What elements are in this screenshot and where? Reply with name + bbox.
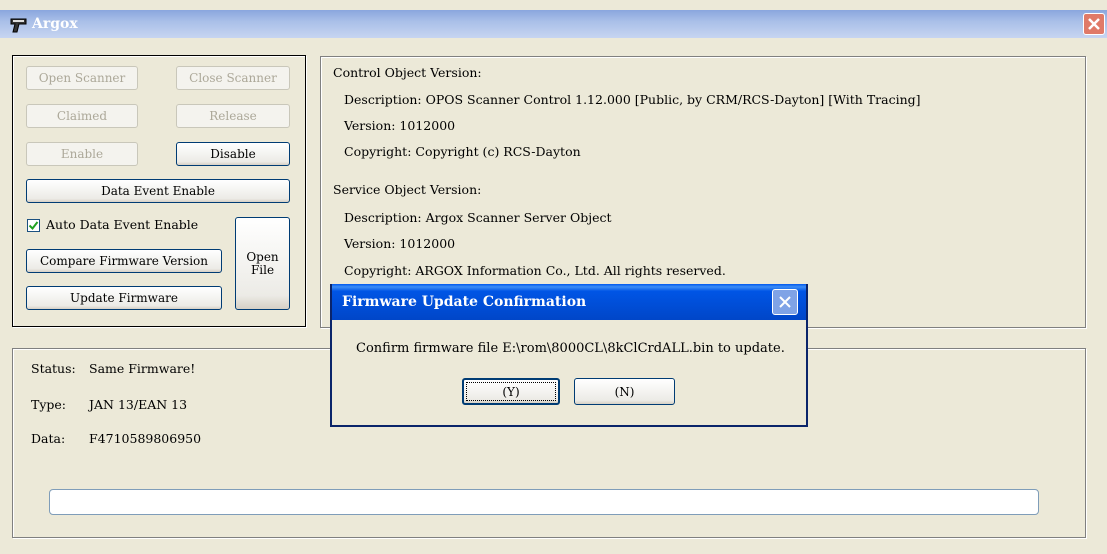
dialog-close-button[interactable] [772, 289, 798, 315]
dialog-message: Confirm firmware file E:\rom\8000CL\8kCl… [356, 341, 785, 356]
open-file-button[interactable]: Open File [235, 217, 290, 310]
type-value: JAN 13/EAN 13 [89, 397, 188, 412]
firmware-update-dialog: Firmware Update Confirmation Confirm fir… [330, 284, 808, 427]
disable-button[interactable]: Disable [176, 142, 290, 166]
control-object-copyright: Copyright: Copyright (c) RCS-Dayton [344, 144, 581, 159]
open-scanner-button[interactable]: Open Scanner [26, 66, 138, 90]
close-scanner-button[interactable]: Close Scanner [176, 66, 290, 90]
service-object-copyright: Copyright: ARGOX Information Co., Ltd. A… [344, 263, 726, 278]
data-event-enable-button[interactable]: Data Event Enable [26, 179, 290, 203]
control-object-version: Version: 1012000 [344, 118, 456, 133]
service-object-heading: Service Object Version: [333, 182, 482, 197]
data-label: Data: [31, 431, 66, 446]
status-value: Same Firmware! [89, 361, 196, 376]
enable-button[interactable]: Enable [26, 142, 138, 166]
auto-data-event-label[interactable]: Auto Data Event Enable [46, 217, 198, 232]
open-file-label-line2: File [250, 262, 275, 277]
release-button[interactable]: Release [176, 104, 290, 128]
window-titlebar: Argox [0, 10, 1107, 38]
type-label: Type: [31, 397, 67, 412]
control-object-description: Description: OPOS Scanner Control 1.12.0… [344, 92, 921, 107]
dialog-yes-button[interactable]: (Y) [462, 378, 560, 405]
dialog-no-button[interactable]: (N) [574, 378, 675, 405]
dialog-title: Firmware Update Confirmation [342, 294, 587, 310]
update-firmware-button[interactable]: Update Firmware [26, 286, 222, 310]
close-x-icon [779, 296, 791, 308]
firmware-progress-bar [49, 489, 1039, 515]
open-file-label-line1: Open [246, 249, 279, 264]
dialog-titlebar: Firmware Update Confirmation [332, 284, 806, 320]
service-object-description: Description: Argox Scanner Server Object [344, 210, 612, 225]
window-title: Argox [32, 16, 78, 32]
claimed-button[interactable]: Claimed [26, 104, 138, 128]
data-value: F4710589806950 [89, 431, 202, 446]
compare-firmware-button[interactable]: Compare Firmware Version [26, 249, 222, 273]
status-label: Status: [31, 361, 76, 376]
window-close-button[interactable] [1083, 13, 1105, 35]
service-object-version: Version: 1012000 [344, 236, 456, 251]
checkmark-icon [28, 221, 39, 231]
auto-data-event-checkbox[interactable] [27, 219, 40, 232]
scanner-gun-icon [9, 16, 29, 34]
control-object-heading: Control Object Version: [333, 65, 482, 80]
close-x-icon [1088, 18, 1100, 30]
